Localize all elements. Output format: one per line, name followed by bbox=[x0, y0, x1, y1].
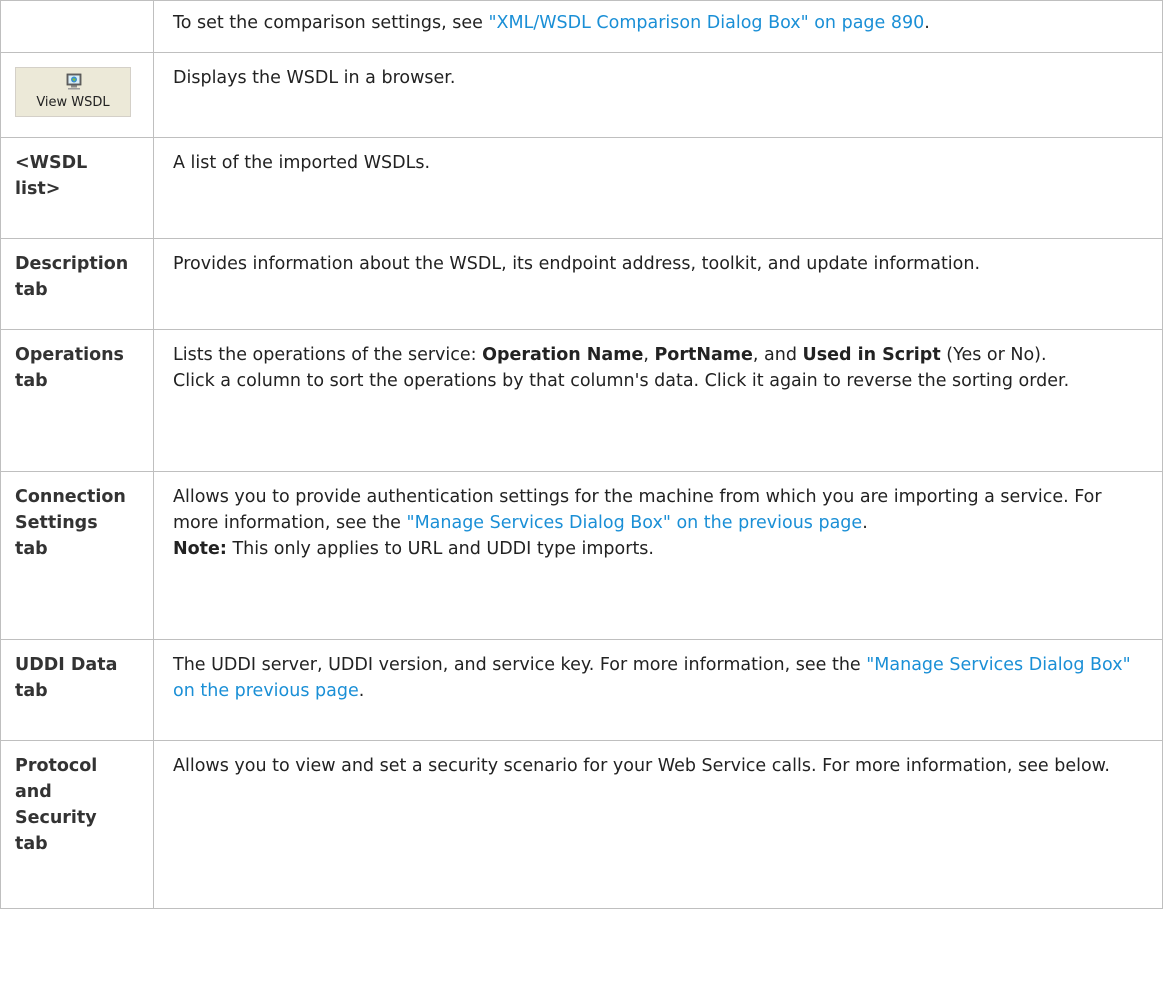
row-label: UDDI Data tab bbox=[0, 639, 154, 741]
row-label: <WSDL list> bbox=[0, 137, 154, 239]
label-line: and bbox=[15, 782, 52, 802]
label-line: tab bbox=[15, 681, 48, 701]
description-paragraph: Allows you to provide authentication set… bbox=[173, 484, 1150, 536]
description-text: . bbox=[924, 13, 930, 33]
table-row: <WSDL list> A list of the imported WSDLs. bbox=[0, 137, 1163, 239]
label-line: Connection bbox=[15, 487, 126, 507]
description-text: , and bbox=[752, 345, 803, 365]
view-wsdl-icon bbox=[66, 73, 82, 90]
view-wsdl-button[interactable]: View WSDL bbox=[15, 67, 131, 117]
row-label: Description tab bbox=[0, 238, 154, 330]
table-row: UDDI Data tab The UDDI server, UDDI versi… bbox=[0, 639, 1163, 741]
row-description: To set the comparison settings, see "XML… bbox=[153, 0, 1163, 53]
comparison-dialog-link[interactable]: "XML/WSDL Comparison Dialog Box" on page… bbox=[488, 13, 924, 33]
description-text: (Yes or No). bbox=[940, 345, 1047, 365]
label-line: tab bbox=[15, 539, 48, 559]
description-paragraph: Lists the operations of the service: Ope… bbox=[173, 342, 1150, 368]
row-description: Lists the operations of the service: Ope… bbox=[153, 329, 1163, 472]
label-line: tab bbox=[15, 280, 48, 300]
label-line: Settings bbox=[15, 513, 98, 533]
note-text: This only applies to URL and UDDI type i… bbox=[226, 539, 654, 559]
row-description: Provides information about the WSDL, its… bbox=[153, 238, 1163, 330]
row-label: Protocol and Security tab bbox=[0, 740, 154, 909]
table-row: To set the comparison settings, see "XML… bbox=[0, 0, 1163, 53]
label-line: UDDI Data bbox=[15, 655, 118, 675]
table-row: Connection Settings tab Allows you to prov… bbox=[0, 471, 1163, 640]
label-line: Operations bbox=[15, 345, 124, 365]
description-text: Lists the operations of the service: bbox=[173, 345, 483, 365]
view-wsdl-caption: View WSDL bbox=[36, 95, 110, 110]
label-line: Description bbox=[15, 254, 129, 274]
label-line: Protocol bbox=[15, 756, 98, 776]
note-paragraph: Note: This only applies to URL and UDDI … bbox=[173, 536, 1150, 562]
row-description: A list of the imported WSDLs. bbox=[153, 137, 1163, 239]
row-label: View WSDL bbox=[0, 52, 154, 138]
table-row: View WSDL Displays the WSDL in a browser… bbox=[0, 52, 1163, 138]
label-line: tab bbox=[15, 371, 48, 391]
row-label: Operations tab bbox=[0, 329, 154, 472]
description-text: . bbox=[862, 513, 868, 533]
description-text: , bbox=[643, 345, 655, 365]
row-description: Allows you to provide authentication set… bbox=[153, 471, 1163, 640]
label-line: tab bbox=[15, 834, 48, 854]
description-text: To set the comparison settings, see bbox=[173, 13, 489, 33]
row-description: The UDDI server, UDDI version, and servi… bbox=[153, 639, 1163, 741]
description-paragraph: Click a column to sort the operations by… bbox=[173, 371, 1070, 391]
table-row: Operations tab Lists the operations of th… bbox=[0, 329, 1163, 472]
row-description: Displays the WSDL in a browser. bbox=[153, 52, 1163, 138]
description-text: The UDDI server, UDDI version, and servi… bbox=[173, 655, 867, 675]
label-line: list> bbox=[15, 179, 61, 199]
options-table: To set the comparison settings, see "XML… bbox=[0, 0, 1163, 909]
description-text: . bbox=[358, 681, 365, 701]
row-description: Allows you to view and set a security sc… bbox=[153, 740, 1163, 909]
manage-services-link[interactable]: "Manage Services Dialog Box" on the prev… bbox=[407, 513, 863, 533]
row-label: Connection Settings tab bbox=[0, 471, 154, 640]
table-row: Description tab Provides information abou… bbox=[0, 238, 1163, 330]
label-line: Security bbox=[15, 808, 97, 828]
used-in-script-term: Used in Script bbox=[802, 345, 941, 365]
operation-name-term: Operation Name bbox=[482, 345, 644, 365]
label-line: <WSDL bbox=[15, 153, 88, 173]
portname-term: PortName bbox=[654, 345, 753, 365]
table-row: Protocol and Security tab Allows you to vie… bbox=[0, 740, 1163, 909]
row-label bbox=[0, 0, 154, 53]
note-label: Note: bbox=[173, 539, 227, 559]
